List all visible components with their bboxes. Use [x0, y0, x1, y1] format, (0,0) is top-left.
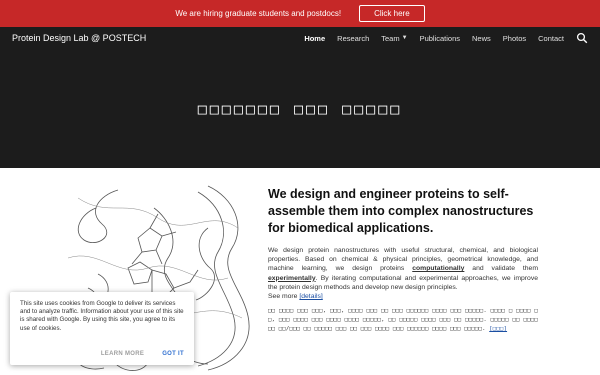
hero-section: □□□□□□□ □□□ □□□□□ — [0, 49, 600, 168]
see-more-label: See more — [268, 293, 300, 301]
main-nav: Home Research Team ▼ Publications News P… — [304, 32, 588, 44]
computationally-link[interactable]: computationally — [412, 265, 464, 272]
cookie-text: This site uses cookies from Google to de… — [20, 300, 184, 332]
details-link[interactable]: [details] — [299, 293, 322, 300]
see-more: See more [details] — [268, 292, 538, 301]
search-icon[interactable] — [576, 32, 588, 44]
nav-home[interactable]: Home — [304, 34, 325, 43]
learn-more-button[interactable]: LEARN MORE — [101, 351, 144, 357]
banner-text: We are hiring graduate students and post… — [175, 9, 342, 18]
headline: We design and engineer proteins to self-… — [268, 187, 534, 235]
nav-publications[interactable]: Publications — [420, 34, 460, 43]
hiring-banner: We are hiring graduate students and post… — [0, 0, 600, 27]
site-header: Protein Design Lab @ POSTECH Home Resear… — [0, 27, 600, 49]
experimentally-link[interactable]: experimentally — [268, 275, 316, 282]
nav-news[interactable]: News — [472, 34, 491, 43]
cookie-notice: This site uses cookies from Google to de… — [10, 292, 194, 365]
hero-title: □□□□□□□ □□□ □□□□□ — [197, 99, 403, 118]
korean-details-link[interactable]: [□□□] — [489, 326, 507, 332]
nav-team-label: Team — [381, 33, 400, 43]
intro-paragraph: We design protein nanostructures with us… — [268, 246, 538, 292]
site-title[interactable]: Protein Design Lab @ POSTECH — [12, 33, 304, 43]
nav-contact[interactable]: Contact — [538, 34, 564, 43]
korean-paragraph: □□ □□□□ □□□ □□□, □□□, □□□□ □□□ □□ □□□ □□… — [268, 307, 538, 333]
got-it-button[interactable]: GOT IT — [162, 351, 184, 357]
click-here-button[interactable]: Click here — [359, 5, 425, 22]
chevron-down-icon: ▼ — [401, 35, 408, 41]
nav-research[interactable]: Research — [337, 34, 369, 43]
nav-team[interactable]: Team ▼ — [381, 34, 407, 43]
nav-photos[interactable]: Photos — [503, 34, 526, 43]
cookie-actions: LEARN MORE GOT IT — [101, 351, 184, 357]
para-segment: and validate them — [464, 265, 539, 273]
intro-text: We design and engineer proteins to self-… — [268, 186, 538, 334]
